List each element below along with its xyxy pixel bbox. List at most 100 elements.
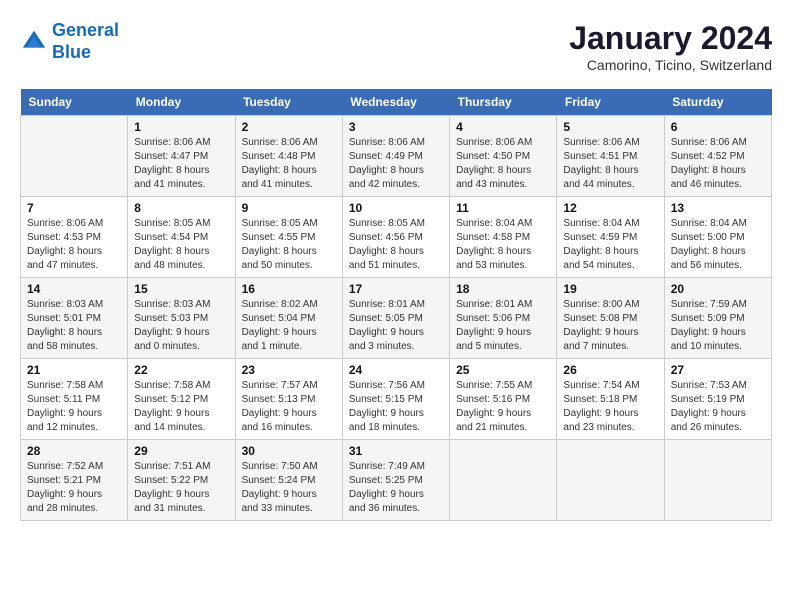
day-info: Sunrise: 7:53 AMSunset: 5:19 PMDaylight:…: [671, 379, 765, 435]
day-info: Sunrise: 8:06 AMSunset: 4:49 PMDaylight:…: [349, 136, 443, 192]
day-cell: 5 Sunrise: 8:06 AMSunset: 4:51 PMDaylight…: [557, 116, 664, 197]
day-cell: 12 Sunrise: 8:04 AMSunset: 4:59 PMDayligh…: [557, 197, 664, 278]
day-number: 7: [27, 201, 121, 215]
location-subtitle: Camorino, Ticino, Switzerland: [569, 57, 772, 73]
day-number: 10: [349, 201, 443, 215]
day-number: 13: [671, 201, 765, 215]
day-cell: 19Sunrise: 8:00 AMSunset: 5:08 PMDayligh…: [557, 278, 664, 359]
day-cell: [450, 440, 557, 521]
day-cell: 30 Sunrise: 7:50 AMSunset: 5:24 PMDayligh…: [235, 440, 342, 521]
day-number: 1: [134, 120, 228, 134]
week-row-4: 21 Sunrise: 7:58 AMSunset: 5:11 PMDayligh…: [21, 359, 772, 440]
day-number: 12: [563, 201, 657, 215]
day-cell: 8 Sunrise: 8:05 AMSunset: 4:54 PMDaylight…: [128, 197, 235, 278]
header-thursday: Thursday: [450, 89, 557, 116]
day-number: 22: [134, 363, 228, 377]
day-cell: 7 Sunrise: 8:06 AMSunset: 4:53 PMDaylight…: [21, 197, 128, 278]
day-info: Sunrise: 7:58 AMSunset: 5:12 PMDaylight:…: [134, 379, 228, 435]
day-info: Sunrise: 8:04 AMSunset: 4:59 PMDaylight:…: [563, 217, 657, 273]
day-cell: 13 Sunrise: 8:04 AMSunset: 5:00 PMDayligh…: [664, 197, 771, 278]
day-number: 23: [242, 363, 336, 377]
day-number: 17: [349, 282, 443, 296]
day-info: Sunrise: 8:00 AMSunset: 5:08 PMDaylight:…: [563, 298, 657, 354]
day-cell: 22 Sunrise: 7:58 AMSunset: 5:12 PMDayligh…: [128, 359, 235, 440]
month-title: January 2024: [569, 20, 772, 57]
day-info: Sunrise: 7:59 AMSunset: 5:09 PMDaylight:…: [671, 298, 765, 354]
header-saturday: Saturday: [664, 89, 771, 116]
day-number: 25: [456, 363, 550, 377]
title-block: January 2024 Camorino, Ticino, Switzerla…: [569, 20, 772, 73]
day-number: 3: [349, 120, 443, 134]
day-info: Sunrise: 7:49 AMSunset: 5:25 PMDaylight:…: [349, 460, 443, 516]
day-number: 14: [27, 282, 121, 296]
logo: General Blue: [20, 20, 119, 63]
day-info: Sunrise: 8:05 AMSunset: 4:54 PMDaylight:…: [134, 217, 228, 273]
day-number: 11: [456, 201, 550, 215]
header-monday: Monday: [128, 89, 235, 116]
header-wednesday: Wednesday: [342, 89, 449, 116]
day-info: Sunrise: 8:04 AMSunset: 4:58 PMDaylight:…: [456, 217, 550, 273]
day-info: Sunrise: 8:06 AMSunset: 4:50 PMDaylight:…: [456, 136, 550, 192]
day-info: Sunrise: 7:55 AMSunset: 5:16 PMDaylight:…: [456, 379, 550, 435]
day-cell: 2Sunrise: 8:06 AMSunset: 4:48 PMDaylight…: [235, 116, 342, 197]
week-row-1: 1 Sunrise: 8:06 AMSunset: 4:47 PMDaylight…: [21, 116, 772, 197]
day-info: Sunrise: 8:02 AMSunset: 5:04 PMDaylight:…: [242, 298, 336, 354]
day-cell: 3 Sunrise: 8:06 AMSunset: 4:49 PMDaylight…: [342, 116, 449, 197]
day-info: Sunrise: 8:06 AMSunset: 4:51 PMDaylight:…: [563, 136, 657, 192]
logo-icon: [20, 28, 48, 56]
day-number: 26: [563, 363, 657, 377]
day-number: 15: [134, 282, 228, 296]
day-info: Sunrise: 8:01 AMSunset: 5:06 PMDaylight:…: [456, 298, 550, 354]
day-info: Sunrise: 8:05 AMSunset: 4:56 PMDaylight:…: [349, 217, 443, 273]
day-number: 27: [671, 363, 765, 377]
day-cell: 23 Sunrise: 7:57 AMSunset: 5:13 PMDayligh…: [235, 359, 342, 440]
week-row-3: 14 Sunrise: 8:03 AMSunset: 5:01 PMDayligh…: [21, 278, 772, 359]
day-number: 24: [349, 363, 443, 377]
day-info: Sunrise: 7:54 AMSunset: 5:18 PMDaylight:…: [563, 379, 657, 435]
day-info: Sunrise: 7:56 AMSunset: 5:15 PMDaylight:…: [349, 379, 443, 435]
day-cell: 15 Sunrise: 8:03 AMSunset: 5:03 PMDayligh…: [128, 278, 235, 359]
week-row-5: 28 Sunrise: 7:52 AMSunset: 5:21 PMDayligh…: [21, 440, 772, 521]
header-row: SundayMondayTuesdayWednesdayThursdayFrid…: [21, 89, 772, 116]
header-sunday: Sunday: [21, 89, 128, 116]
page-header: General Blue January 2024 Camorino, Tici…: [20, 20, 772, 73]
day-cell: 11 Sunrise: 8:04 AMSunset: 4:58 PMDayligh…: [450, 197, 557, 278]
day-info: Sunrise: 8:06 AMSunset: 4:52 PMDaylight:…: [671, 136, 765, 192]
day-cell: [557, 440, 664, 521]
day-info: Sunrise: 8:05 AMSunset: 4:55 PMDaylight:…: [242, 217, 336, 273]
calendar-table: SundayMondayTuesdayWednesdayThursdayFrid…: [20, 89, 772, 521]
logo-text: General Blue: [52, 20, 119, 63]
day-number: 6: [671, 120, 765, 134]
day-cell: 27 Sunrise: 7:53 AMSunset: 5:19 PMDayligh…: [664, 359, 771, 440]
day-info: Sunrise: 8:01 AMSunset: 5:05 PMDaylight:…: [349, 298, 443, 354]
day-number: 30: [242, 444, 336, 458]
day-cell: 17 Sunrise: 8:01 AMSunset: 5:05 PMDayligh…: [342, 278, 449, 359]
header-tuesday: Tuesday: [235, 89, 342, 116]
day-cell: 16Sunrise: 8:02 AMSunset: 5:04 PMDayligh…: [235, 278, 342, 359]
day-cell: 29 Sunrise: 7:51 AMSunset: 5:22 PMDayligh…: [128, 440, 235, 521]
day-cell: 6 Sunrise: 8:06 AMSunset: 4:52 PMDaylight…: [664, 116, 771, 197]
day-number: 20: [671, 282, 765, 296]
day-info: Sunrise: 8:03 AMSunset: 5:03 PMDaylight:…: [134, 298, 228, 354]
day-info: Sunrise: 8:03 AMSunset: 5:01 PMDaylight:…: [27, 298, 121, 354]
day-number: 28: [27, 444, 121, 458]
day-cell: [664, 440, 771, 521]
day-number: 21: [27, 363, 121, 377]
day-info: Sunrise: 8:06 AMSunset: 4:47 PMDaylight:…: [134, 136, 228, 192]
day-info: Sunrise: 7:50 AMSunset: 5:24 PMDaylight:…: [242, 460, 336, 516]
day-info: Sunrise: 8:06 AMSunset: 4:53 PMDaylight:…: [27, 217, 121, 273]
day-cell: 1 Sunrise: 8:06 AMSunset: 4:47 PMDaylight…: [128, 116, 235, 197]
day-info: Sunrise: 7:51 AMSunset: 5:22 PMDaylight:…: [134, 460, 228, 516]
day-number: 18: [456, 282, 550, 296]
day-info: Sunrise: 7:58 AMSunset: 5:11 PMDaylight:…: [27, 379, 121, 435]
day-number: 29: [134, 444, 228, 458]
day-info: Sunrise: 7:52 AMSunset: 5:21 PMDaylight:…: [27, 460, 121, 516]
day-info: Sunrise: 8:04 AMSunset: 5:00 PMDaylight:…: [671, 217, 765, 273]
day-number: 8: [134, 201, 228, 215]
day-number: 5: [563, 120, 657, 134]
logo-line1: General: [52, 20, 119, 40]
day-cell: 4Sunrise: 8:06 AMSunset: 4:50 PMDaylight…: [450, 116, 557, 197]
day-number: 31: [349, 444, 443, 458]
day-number: 2: [242, 120, 336, 134]
day-info: Sunrise: 7:57 AMSunset: 5:13 PMDaylight:…: [242, 379, 336, 435]
